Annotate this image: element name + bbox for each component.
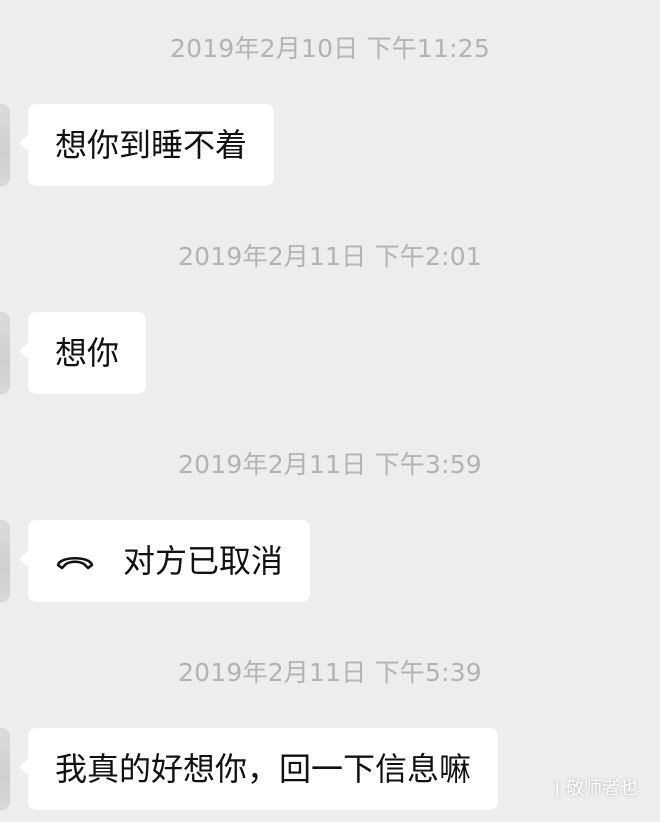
message-bubble[interactable]: 想你到睡不着 bbox=[18, 104, 275, 186]
message-text: 想你 bbox=[55, 334, 120, 372]
message-timestamp: 2019年2月11日 下午2:01 bbox=[178, 242, 482, 271]
watermark: | 敬师者也 bbox=[554, 778, 638, 799]
message-timestamp: 2019年2月11日 下午3:59 bbox=[178, 450, 482, 479]
message-bubble[interactable]: 想你 bbox=[18, 312, 147, 394]
avatar[interactable] bbox=[0, 520, 10, 602]
phone-hangup-icon bbox=[56, 556, 94, 570]
avatar[interactable] bbox=[0, 104, 10, 186]
message-text: 我真的好想你，回一下信息嘛 bbox=[55, 750, 472, 788]
message-text: 对方已取消 bbox=[123, 542, 284, 580]
message-text: 想你到睡不着 bbox=[55, 126, 248, 164]
message-timestamp: 2019年2月11日 下午5:39 bbox=[178, 658, 482, 687]
call-cancelled-bubble[interactable]: 对方已取消 bbox=[18, 520, 311, 602]
avatar[interactable] bbox=[0, 728, 10, 810]
message-timestamp: 2019年2月10日 下午11:25 bbox=[170, 34, 490, 63]
chat-history: 2019年2月10日 下午11:25 想你到睡不着 2019年2月11日 下午2… bbox=[0, 0, 660, 822]
avatar[interactable] bbox=[0, 312, 10, 394]
message-bubble[interactable]: 我真的好想你，回一下信息嘛 bbox=[18, 728, 499, 810]
